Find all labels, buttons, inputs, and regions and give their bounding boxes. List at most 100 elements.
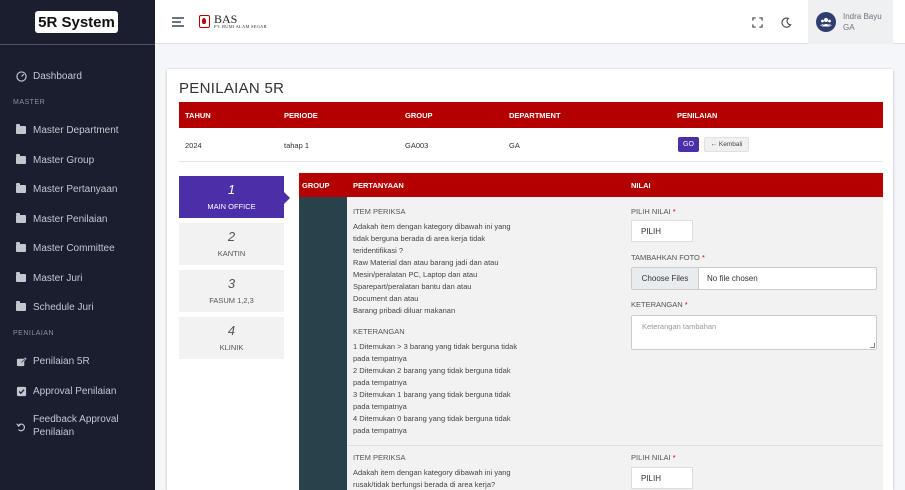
brand-logo[interactable]: 5R System	[35, 11, 118, 33]
resize-handle-icon[interactable]	[870, 343, 875, 348]
sidebar-item-master-group[interactable]: Master Group	[0, 154, 155, 166]
question-table-header: GROUP PERTANYAAN NILAI	[299, 173, 883, 197]
location-tab-main-office[interactable]: 1 MAIN OFFICE	[179, 176, 290, 218]
location-tab-klinik[interactable]: 4 KLINIK	[179, 317, 284, 359]
keterangan-textarea[interactable]: Keterangan tambahan	[631, 315, 877, 350]
logo-text: BAS	[214, 12, 238, 26]
sidebar-item-master-committee[interactable]: Master Committee	[0, 242, 155, 254]
sidebar-item-label: Dashboard	[33, 70, 82, 82]
sidebar-item-penilaian-5r[interactable]: Penilaian 5R	[0, 355, 155, 367]
keterangan-line: pada tempatnya	[353, 378, 407, 387]
required-mark: *	[684, 300, 688, 309]
keterangan-line: pada tempatnya	[353, 426, 407, 435]
hamburger-menu-icon[interactable]	[172, 17, 184, 27]
keterangan-placeholder: Keterangan tambahan	[642, 322, 717, 331]
question-line: Adakah item dengan kategory dibawah ini …	[353, 468, 511, 477]
keterangan-line: pada tempatnya	[353, 402, 407, 411]
location-tab-number: 2	[227, 229, 236, 244]
folder-icon	[15, 183, 27, 195]
user-role: GA	[843, 23, 855, 32]
page-title: PENILAIAN 5R	[179, 80, 285, 97]
sidebar-item-label: Master Juri	[33, 272, 83, 284]
pilih-nilai-select[interactable]: PILIH	[631, 220, 693, 242]
location-tab-number: 1	[227, 182, 236, 197]
required-mark: *	[672, 453, 676, 462]
location-tab-fasum[interactable]: 3 FASUM 1,2,3	[179, 270, 284, 312]
pilih-nilai-select[interactable]: PILIH	[631, 467, 693, 489]
col-header-group: GROUP	[405, 111, 433, 120]
keterangan-line: 2 Ditemukan 2 barang yang tidak berguna …	[353, 366, 511, 375]
photo-file-input[interactable]: Choose Files No file chosen	[631, 267, 877, 290]
pen-square-icon	[15, 355, 27, 367]
keterangan-field-text: KETERANGAN	[631, 300, 683, 309]
cell-tahun: 2024	[185, 141, 202, 150]
file-status: No file chosen	[707, 274, 758, 283]
sidebar-item-label: Master Pertanyaan	[33, 183, 118, 195]
pilih-nilai-text: PILIH NILAI	[631, 207, 671, 216]
folder-icon	[15, 272, 27, 284]
dark-mode-moon-icon[interactable]	[779, 15, 793, 29]
user-menu[interactable]: Indra Bayu GA	[808, 0, 893, 44]
location-tab-label: KLINIK	[219, 343, 244, 352]
choose-files-button[interactable]: Choose Files	[632, 268, 699, 289]
folder-icon	[15, 154, 27, 166]
keterangan-line: 1 Ditemukan > 3 barang yang tidak bergun…	[353, 342, 518, 351]
location-tab-number: 4	[227, 323, 236, 338]
sidebar-item-label: Master Department	[33, 124, 119, 136]
question-line: tidak berguna berada di area kerja tidak	[353, 234, 486, 243]
col-header-department: DEPARTMENT	[509, 111, 561, 120]
question-line: Document dan atau	[353, 294, 419, 303]
location-tab-kantin[interactable]: 2 KANTIN	[179, 223, 284, 265]
sidebar-item-label: Approval Penilaian	[33, 385, 117, 397]
keterangan-line: 3 Ditemukan 1 barang yang tidak berguna …	[353, 390, 511, 399]
question-text: Adakah item dengan kategory dibawah ini …	[353, 221, 511, 317]
folder-icon	[15, 242, 27, 254]
sidebar-item-approval-penilaian[interactable]: Approval Penilaian	[0, 385, 155, 397]
sidebar-item-master-pertanyaan[interactable]: Master Pertanyaan	[0, 183, 155, 195]
sidebar-item-master-juri[interactable]: Master Juri	[0, 272, 155, 284]
sidebar-item-schedule-juri[interactable]: Schedule Juri	[0, 301, 155, 313]
question-line: Sparepart/peralatan bantu dan atau	[353, 282, 472, 291]
cell-department: GA	[509, 141, 520, 150]
sidebar-item-label-line1: Feedback Approval	[33, 414, 119, 425]
topbar: BAS PT. BUMI ALAM SEGAR Indra Bayu GA	[155, 0, 905, 44]
check-square-icon	[15, 385, 27, 397]
sidebar-item-label: Master Committee	[33, 242, 115, 254]
keterangan-label: KETERANGAN	[353, 327, 405, 336]
user-name: Indra Bayu	[843, 12, 882, 21]
sidebar-header-penilaian: PENILAIAN	[13, 330, 55, 337]
sidebar-item-dashboard[interactable]: Dashboard	[0, 70, 155, 82]
back-button[interactable]: ← Kembali	[704, 137, 749, 152]
col-header-pertanyaan: PERTANYAAN	[353, 181, 404, 190]
required-mark: *	[702, 253, 705, 262]
undo-icon	[15, 421, 27, 433]
question-line: Mesin/peralatan PC, Laptop dan atau	[353, 270, 478, 279]
logo-mark-icon	[199, 15, 210, 28]
location-tab-label: FASUM 1,2,3	[209, 296, 254, 305]
go-button[interactable]: GO	[678, 137, 699, 152]
folder-icon	[15, 124, 27, 136]
fullscreen-icon[interactable]	[750, 15, 764, 29]
keterangan-field-label: KETERANGAN *	[631, 300, 688, 309]
gauge-icon	[15, 70, 27, 82]
col-header-penilaian: PENILAIAN	[677, 111, 718, 120]
row-divider	[347, 445, 883, 446]
location-tab-number: 3	[227, 276, 236, 291]
sidebar-item-label: Penilaian 5R	[33, 355, 90, 367]
question-line: Barang pribadi diluar makanan	[353, 306, 456, 315]
tambah-foto-label: TAMBAHKAN FOTO *	[631, 253, 705, 262]
keterangan-line: pada tempatnya	[353, 354, 407, 363]
item-periksa-label: ITEM PERIKSA	[353, 207, 406, 216]
pilih-nilai-label: PILIH NILAI *	[631, 207, 676, 216]
sidebar-item-master-department[interactable]: Master Department	[0, 124, 155, 136]
sidebar-item-feedback-approval[interactable]: Feedback Approval Penilaian	[0, 413, 155, 439]
col-header-tahun: TAHUN	[185, 111, 211, 120]
cell-group: GA003	[405, 141, 429, 150]
pilih-nilai-label: PILIH NILAI *	[631, 453, 676, 462]
company-logo: BAS PT. BUMI ALAM SEGAR	[199, 12, 267, 29]
sidebar-item-label: Schedule Juri	[33, 301, 94, 313]
location-tab-label: MAIN OFFICE	[207, 202, 256, 211]
sidebar-item-label: Master Penilaian	[33, 213, 108, 225]
sidebar-item-label-line2: Penilaian	[33, 427, 75, 438]
sidebar-item-master-penilaian[interactable]: Master Penilaian	[0, 213, 155, 225]
